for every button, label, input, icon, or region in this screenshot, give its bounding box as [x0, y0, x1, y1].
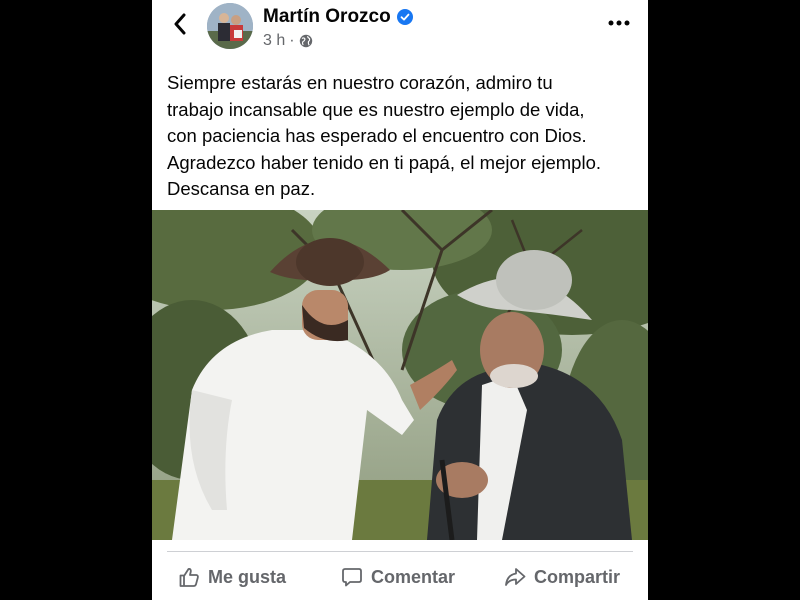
- globe-icon: [299, 34, 312, 48]
- share-arrow-icon: [505, 568, 526, 586]
- post-time[interactable]: 3 h: [263, 32, 285, 50]
- post-photo[interactable]: [152, 210, 648, 540]
- post-text-line: Siempre estarás en nuestro corazón, admi…: [167, 72, 553, 93]
- post-text-line: trabajo incansable que es nuestro ejempl…: [167, 98, 585, 120]
- thumbs-up-icon: [179, 568, 199, 587]
- comment-label: Comentar: [371, 566, 456, 587]
- post-text-line: Descansa en paz.: [167, 178, 316, 199]
- verified-badge-icon: [396, 9, 413, 25]
- like-label: Me gusta: [208, 566, 287, 587]
- post-text: Siempre estarás en nuestro corazón, admi…: [167, 70, 637, 203]
- author-avatar[interactable]: [207, 3, 253, 49]
- comment-icon: [342, 568, 362, 587]
- facebook-post-screen: Martín Orozco 3 h · Siempre estarás en n…: [152, 0, 648, 600]
- share-label: Compartir: [534, 566, 621, 587]
- meta-separator: ·: [289, 32, 295, 49]
- like-button[interactable]: Me gusta: [178, 560, 286, 594]
- avatar-photo: [207, 3, 253, 49]
- author-row: Martín Orozco: [263, 6, 413, 28]
- post-actions-bar: Me gusta Comentar Compartir: [152, 556, 648, 598]
- share-button[interactable]: Compartir: [504, 560, 620, 594]
- post-meta: 3 h ·: [263, 32, 313, 50]
- more-options-button[interactable]: [606, 12, 632, 34]
- post-text-line: Agradezco haber tenido en ti papá, el me…: [167, 151, 601, 173]
- comment-button[interactable]: Comentar: [341, 560, 455, 594]
- more-horizontal-icon: [608, 20, 630, 26]
- actions-divider: [167, 551, 633, 552]
- post-text-line: con paciencia has esperado el encuentro …: [167, 125, 587, 146]
- chevron-left-icon: [174, 13, 186, 35]
- back-button[interactable]: [166, 10, 194, 38]
- post-photo-illustration: [152, 210, 648, 540]
- author-name[interactable]: Martín Orozco: [263, 6, 391, 28]
- post-header: Martín Orozco 3 h ·: [152, 0, 648, 56]
